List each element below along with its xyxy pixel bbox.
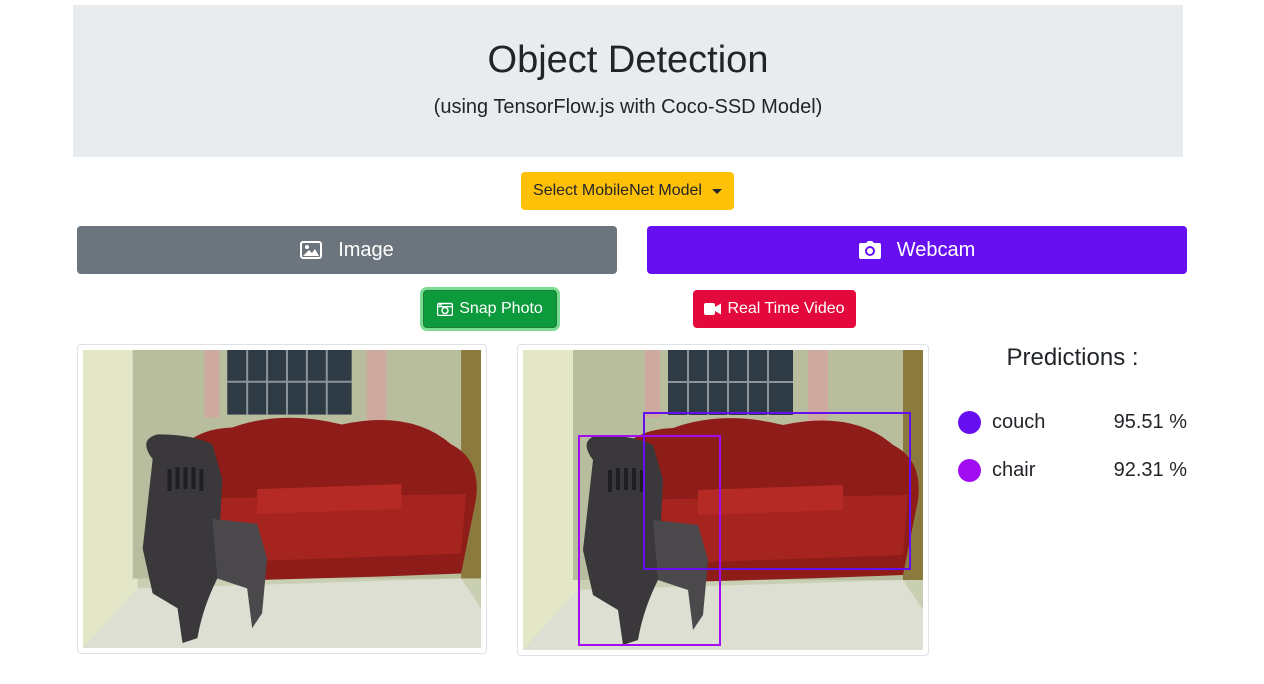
- image-mode-button[interactable]: Image: [77, 226, 617, 274]
- real-time-video-button[interactable]: Real Time Video: [693, 290, 856, 328]
- output-photo: [523, 350, 923, 650]
- camera-icon: [858, 241, 881, 259]
- prediction-score: 95.51 %: [1113, 410, 1187, 433]
- color-dot-icon: [958, 458, 981, 482]
- caret-down-icon: [711, 188, 722, 194]
- input-image-frame: [77, 344, 487, 654]
- image-icon: [300, 241, 323, 259]
- output-image-frame: [517, 344, 929, 656]
- image-mode-label: Image: [338, 238, 394, 261]
- camera-retro-icon: [437, 302, 454, 316]
- page-title: Object Detection: [487, 39, 769, 81]
- room-photo-illustration: [83, 350, 481, 648]
- predictions-title: Predictions :: [1006, 344, 1139, 371]
- webcam-mode-label: Webcam: [896, 238, 976, 261]
- header-jumbotron: Object Detection (using TensorFlow.js wi…: [73, 5, 1183, 157]
- select-model-dropdown[interactable]: Select MobileNet Model: [521, 172, 734, 210]
- webcam-mode-button[interactable]: Webcam: [647, 226, 1187, 274]
- prediction-item: couch 95.51 %: [958, 407, 1187, 437]
- real-time-video-label: Real Time Video: [727, 300, 845, 317]
- snap-photo-button[interactable]: Snap Photo: [423, 290, 557, 328]
- video-camera-icon: [704, 303, 722, 315]
- color-dot-icon: [958, 410, 981, 434]
- select-model-label: Select MobileNet Model: [533, 182, 702, 199]
- prediction-item: chair 92.31 %: [958, 455, 1187, 485]
- page-subtitle: (using TensorFlow.js with Coco-SSD Model…: [433, 96, 823, 118]
- prediction-label: couch: [992, 410, 1046, 433]
- snap-photo-label: Snap Photo: [459, 300, 543, 317]
- prediction-score: 92.31 %: [1113, 458, 1187, 481]
- chair-bounding-box: [578, 435, 721, 646]
- prediction-label: chair: [992, 458, 1036, 481]
- input-photo: [83, 350, 481, 648]
